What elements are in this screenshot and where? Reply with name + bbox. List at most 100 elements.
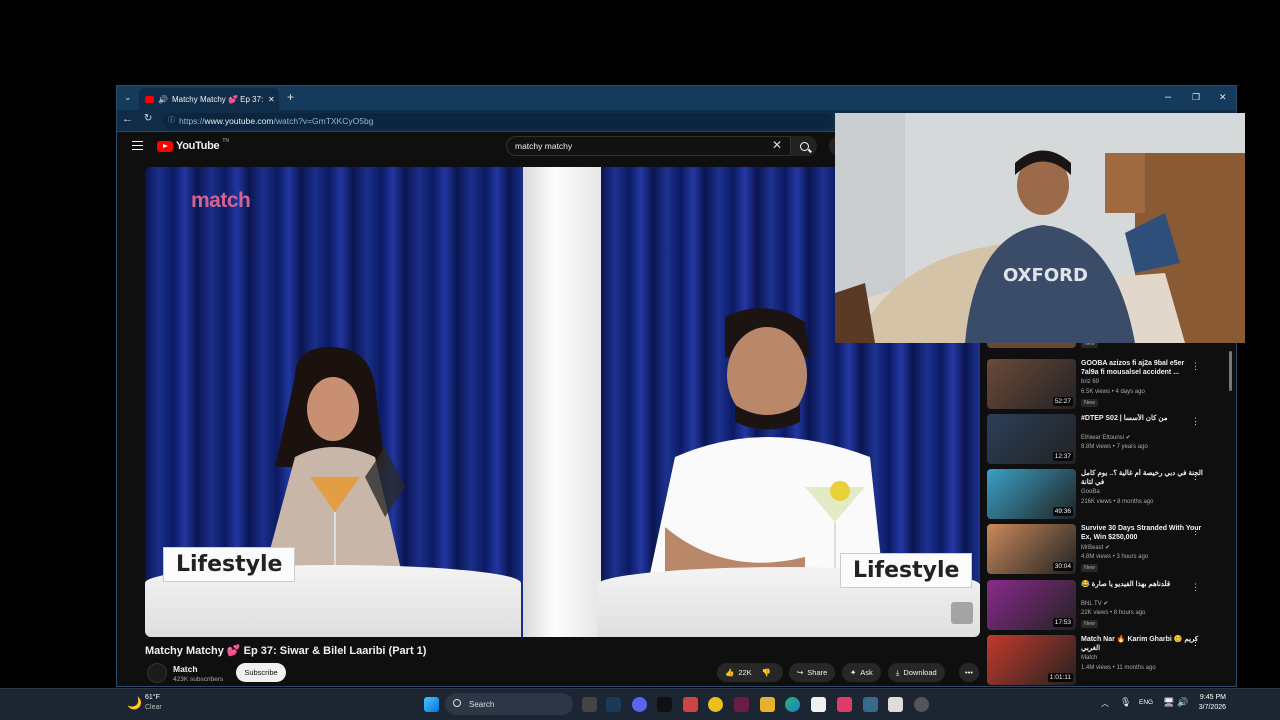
channel-watermark-icon[interactable] <box>951 602 973 624</box>
document-app-icon[interactable] <box>888 697 903 712</box>
recommendation-thumbnail[interactable]: 30:04 <box>987 524 1076 574</box>
recommendation-thumbnail[interactable]: 52:27 <box>987 359 1076 409</box>
recommendation-channel[interactable]: Match <box>1081 655 1097 661</box>
search-button[interactable] <box>791 136 817 156</box>
thumbs-down-icon[interactable]: 👎 <box>762 668 771 677</box>
recommendation-item[interactable]: 1:01:11 Match Nar 🔥 Karim Gharbi 😊 كريم ا… <box>987 635 1232 686</box>
close-window-button[interactable]: ✕ <box>1219 92 1227 103</box>
tab-list-chevron-icon[interactable]: ⌄ <box>124 92 132 103</box>
url-field[interactable]: ⓘ https://www.youtube.com/watch?v=GmTXKC… <box>163 113 833 129</box>
taskbar-search[interactable]: Search <box>445 693 573 715</box>
site-info-icon[interactable]: ⓘ <box>168 115 175 125</box>
clock-time[interactable]: 9:45 PM <box>1198 694 1226 701</box>
volume-icon[interactable]: 🔊 <box>1177 697 1188 708</box>
recommendation-item[interactable]: 17:53 😂 قلّدناهم بهذا الفيديو يا صارة BNL … <box>987 580 1232 631</box>
svg-text:OXFORD: OXFORD <box>1003 265 1088 286</box>
subscribe-button[interactable]: Subscribe <box>236 663 286 682</box>
download-button[interactable]: ⤓ Download <box>888 663 945 682</box>
new-badge: New <box>1081 399 1099 407</box>
more-options-icon[interactable]: ⋮ <box>1191 471 1200 482</box>
tiktok-icon[interactable] <box>657 697 672 712</box>
windows-start-icon[interactable] <box>424 697 439 712</box>
clock-date[interactable]: 3/7/2026 <box>1190 704 1226 711</box>
new-tab-button[interactable]: + <box>287 90 294 104</box>
editor-app-icon[interactable] <box>734 697 749 712</box>
more-options-icon[interactable]: ⋮ <box>1191 361 1200 372</box>
network-icon[interactable]: 🖥 <box>1163 697 1174 708</box>
search-input[interactable]: matchy matchy <box>506 136 791 156</box>
video-duration: 52:27 <box>1052 397 1073 406</box>
settings-gear-icon[interactable] <box>914 697 929 712</box>
recommendation-channel[interactable]: BNL TV ✔ <box>1081 600 1108 607</box>
more-options-icon[interactable]: ⋮ <box>1191 582 1200 593</box>
sign-left: Lifestyle <box>163 547 296 582</box>
youtube-wordmark: YouTube <box>176 140 220 152</box>
recommendation-thumbnail[interactable]: 17:53 <box>987 580 1076 630</box>
weather-moon-icon[interactable]: 🌙 <box>127 696 142 710</box>
back-arrow-icon[interactable]: ← <box>122 113 133 125</box>
file-explorer-icon[interactable] <box>760 697 775 712</box>
tray-chevron-icon[interactable]: ︿ <box>1101 698 1109 709</box>
task-view-icon[interactable] <box>582 697 597 712</box>
more-options-icon[interactable]: ⋮ <box>1191 637 1200 648</box>
recommendation-item[interactable]: 12:37 #DTEP S02 | من كان الأسسا Elhiwar Et… <box>987 414 1232 465</box>
recommendation-title[interactable]: #DTEP S02 | من كان الأسسا <box>1081 414 1203 423</box>
white-divider-pillar <box>523 167 601 637</box>
tab-youtube[interactable]: 🔊 Matchy Matchy 💕 Ep 37: Siwar ✕ <box>139 88 279 110</box>
recommendation-item[interactable]: 49:36 الجنة في دبي رخيصة أم غالية ؟.. يوم… <box>987 469 1232 520</box>
recommendation-thumbnail[interactable]: 1:01:11 <box>987 635 1076 685</box>
youtube-favicon-icon <box>145 95 154 103</box>
recommendation-channel[interactable]: briz 69 <box>1081 379 1099 385</box>
more-actions-button[interactable]: ••• <box>959 663 979 682</box>
maximize-button[interactable]: ❐ <box>1192 92 1200 103</box>
recommendation-title[interactable]: GOOBA azizos fi aj2a 9bal e5er 7al9a fi … <box>1081 359 1203 377</box>
notepad-icon[interactable] <box>811 697 826 712</box>
subscriber-count: 423K subscribers <box>173 676 224 683</box>
steam-icon[interactable] <box>606 697 621 712</box>
channel-name[interactable]: Match <box>173 664 198 674</box>
recommendation-thumbnail[interactable]: 49:36 <box>987 469 1076 519</box>
url-host: www.youtube.com <box>204 116 274 126</box>
sign-right: Lifestyle <box>840 553 973 588</box>
taskbar-search-label: Search <box>469 699 495 709</box>
photos-icon[interactable] <box>863 697 878 712</box>
url-prefix: https:// <box>179 116 205 126</box>
youtube-logo[interactable]: YouTube TN <box>157 138 229 152</box>
new-badge: New <box>1081 620 1099 628</box>
recommendation-item[interactable]: 52:27 GOOBA azizos fi aj2a 9bal e5er 7al9… <box>987 359 1232 410</box>
recommendation-channel[interactable]: MrBeast ✔ <box>1081 544 1110 551</box>
recommendation-title[interactable]: Match Nar 🔥 Karim Gharbi 😊 كريم الغربي <box>1081 635 1203 653</box>
app-yellow-icon[interactable] <box>708 697 723 712</box>
weather-temperature: 61°F <box>145 694 160 701</box>
more-options-icon[interactable]: ⋮ <box>1191 526 1200 537</box>
clear-search-icon[interactable]: ✕ <box>772 138 782 152</box>
recommendation-title[interactable]: الجنة في دبي رخيصة أم غالية ؟.. يوم كامل… <box>1081 469 1203 487</box>
minimize-button[interactable]: – <box>1165 91 1171 103</box>
more-options-icon[interactable]: ⋮ <box>1191 416 1200 427</box>
recommendation-channel[interactable]: Elhiwar Ettounsi ✔ <box>1081 434 1131 441</box>
share-button[interactable]: ↪ Share <box>789 663 836 682</box>
active-app-icon[interactable] <box>837 697 852 712</box>
media-app-icon[interactable] <box>683 697 698 712</box>
recommendation-title[interactable]: 😂 قلّدناهم بهذا الفيديو يا صارة <box>1081 580 1203 589</box>
speaker-icon[interactable]: 🔊 <box>158 95 168 104</box>
sidebar-scrollbar[interactable] <box>1229 351 1232 391</box>
taskbar-search-icon <box>453 699 461 707</box>
like-count: 22K <box>738 668 752 677</box>
edge-browser-icon[interactable] <box>785 697 800 712</box>
tab-close-icon[interactable]: ✕ <box>268 95 275 104</box>
discord-icon[interactable] <box>632 697 647 712</box>
hamburger-menu-icon[interactable] <box>132 141 143 150</box>
like-button[interactable]: 👍 22K 👎 <box>717 663 783 682</box>
recommendation-item[interactable]: 30:04 Survive 30 Days Stranded With Your … <box>987 524 1232 575</box>
download-icon: ⤓ <box>896 667 900 677</box>
ask-button[interactable]: ✦ Ask <box>842 663 881 682</box>
recommendation-channel[interactable]: GooBa <box>1081 489 1100 495</box>
recommendation-title[interactable]: Survive 30 Days Stranded With Your Ex, W… <box>1081 524 1203 542</box>
recommendation-thumbnail[interactable]: 12:37 <box>987 414 1076 464</box>
channel-avatar[interactable] <box>147 663 167 683</box>
microphone-icon[interactable]: 🎙 <box>1120 697 1131 708</box>
url-path: /watch?v=GmTXKCyO5bg <box>273 116 374 126</box>
language-indicator[interactable]: ENG <box>1139 699 1153 706</box>
reload-icon[interactable]: ↻ <box>144 113 152 124</box>
